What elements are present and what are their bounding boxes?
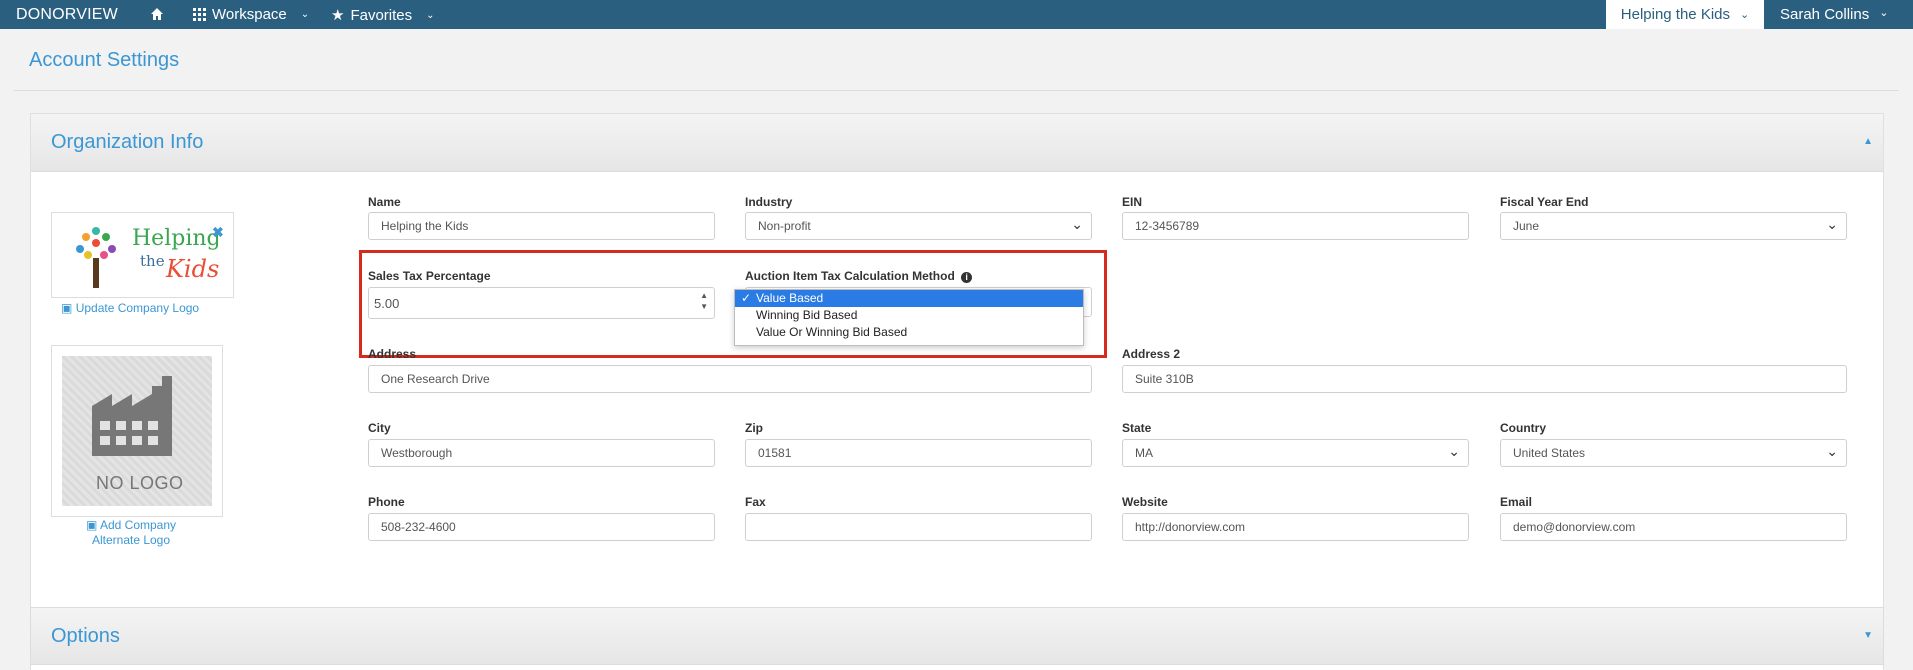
logo-word-helping: Helping [132,226,221,251]
chevron-down-icon: ⌄ [300,9,310,20]
placeholder-pattern: NO LOGO [62,356,212,506]
factory-icon [92,376,172,456]
logo-word-the: the [140,252,165,270]
email-label: Email [1500,495,1533,509]
tree-logo-icon [76,227,116,288]
country-value: United States [1513,446,1586,460]
nav-workspace-label: Workspace [212,6,287,23]
website-label: Website [1122,495,1168,509]
zip-label: Zip [745,421,763,435]
chevron-down-icon: ⌄ [426,9,435,21]
fiscal-year-end-select[interactable]: June [1500,212,1847,240]
nav-workspace[interactable]: Workspace ⌄ [193,6,309,23]
sales-tax-label: Sales Tax Percentage [368,269,491,283]
update-logo-label: Update Company Logo [75,301,200,315]
options-panel-header[interactable]: Options ▼ [30,607,1884,665]
address2-input[interactable]: Suite 310B [1122,365,1847,393]
name-label: Name [368,195,401,209]
logo-word-kids: Kids [166,255,220,283]
collapse-up-icon[interactable]: ▲ [1863,136,1873,147]
ein-input[interactable]: 12-3456789 [1122,212,1469,240]
state-select[interactable]: MA [1122,439,1469,467]
add-alternate-logo-link[interactable]: ▣ Add Company Alternate Logo [61,518,201,548]
ein-label: EIN [1122,195,1143,209]
top-navbar: DONORVIEW Workspace ⌄ ★ Favorites ⌄ Help… [0,0,1913,29]
auction-tax-method-dropdown[interactable]: ✓ Value Based Winning Bid Based Value Or… [734,289,1084,346]
address-input[interactable]: One Research Drive [368,365,1092,393]
star-icon: ★ [331,7,345,24]
company-logo: Helping the Kids [51,212,234,298]
fax-label: Fax [745,495,766,509]
phone-label: Phone [368,495,405,509]
org-switcher-label: Helping the Kids [1620,6,1730,23]
dropdown-option-value-or-winning-bid-based[interactable]: Value Or Winning Bid Based [735,324,1083,341]
zip-input[interactable]: 01581 [745,439,1092,467]
state-value: MA [1135,446,1153,460]
dropdown-option-value-based[interactable]: ✓ Value Based [735,290,1083,307]
sales-tax-value: 5.00 [374,295,400,311]
city-input[interactable]: Westborough [368,439,715,467]
brand-logo[interactable]: DONORVIEW [16,6,118,24]
sales-tax-input[interactable]: 5.00 ▲ ▼ [368,287,715,319]
name-input[interactable]: Helping the Kids [368,212,715,240]
user-name: Sarah Collins [1780,6,1870,23]
chevron-down-icon: ⌄ [1740,9,1750,21]
industry-label: Industry [745,195,793,209]
org-switcher[interactable]: Helping the Kids ⌄ [1606,0,1764,29]
remove-logo-icon[interactable]: ✖ [212,224,224,241]
dropdown-option-winning-bid-based[interactable]: Winning Bid Based [735,307,1083,324]
grid-icon [193,8,206,21]
number-stepper[interactable]: ▲ ▼ [700,290,708,312]
update-logo-link[interactable]: ▣ Update Company Logo [61,301,199,315]
email-input[interactable]: demo@donorview.com [1500,513,1847,541]
upload-icon: ▣ [85,518,98,532]
nav-favorites[interactable]: ★ Favorites ⌄ [331,6,435,25]
page-title: Account Settings [29,49,180,71]
home-icon[interactable] [150,6,164,22]
option-label: Value Based [756,291,824,305]
phone-input[interactable]: 508-232-4600 [368,513,715,541]
auction-tax-method-label-text: Auction Item Tax Calculation Method [745,269,955,283]
state-label: State [1122,421,1152,435]
checkmark-icon: ✓ [741,291,752,305]
industry-select[interactable]: Non-profit [745,212,1092,240]
country-label: Country [1500,421,1546,435]
option-label: Winning Bid Based [756,308,858,322]
upload-icon: ▣ [61,301,73,315]
fiscal-year-end-value: June [1513,219,1540,233]
address-label: Address [368,347,417,361]
chevron-down-icon: ⌄ [1879,7,1889,19]
alternate-logo-placeholder: NO LOGO [51,345,223,517]
fiscal-year-end-label: Fiscal Year End [1500,195,1589,209]
info-icon[interactable]: i [961,272,973,283]
fax-input[interactable] [745,513,1092,541]
add-alternate-logo-label: Add Company Alternate Logo [91,518,177,547]
website-input[interactable]: http://donorview.com [1122,513,1469,541]
organization-info-header[interactable]: Organization Info ▲ [31,114,1883,172]
auction-tax-method-label: Auction Item Tax Calculation Method i [745,269,973,283]
address2-label: Address 2 [1122,347,1181,361]
country-select[interactable]: United States [1500,439,1847,467]
panel-title: Organization Info [51,131,204,153]
option-label: Value Or Winning Bid Based [756,325,908,339]
industry-value: Non-profit [758,219,811,233]
city-label: City [368,421,391,435]
user-menu[interactable]: Sarah Collins ⌄ [1780,6,1888,23]
nav-favorites-label: Favorites [350,6,413,24]
expand-down-icon[interactable]: ▼ [1863,630,1873,641]
panel-title: Options [51,625,120,647]
no-logo-text: NO LOGO [96,473,184,493]
divider [14,90,1899,91]
